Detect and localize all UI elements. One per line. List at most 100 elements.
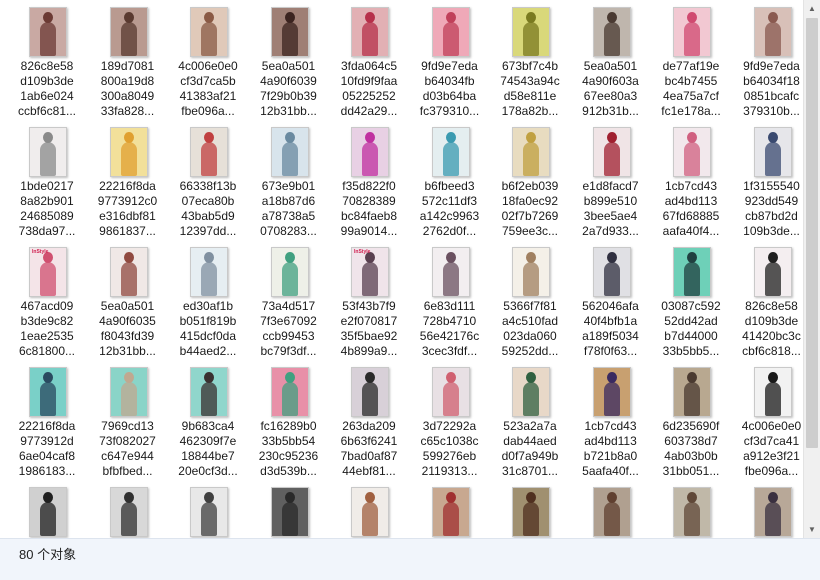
- vertical-scrollbar[interactable]: ▲ ▼: [803, 0, 820, 538]
- thumbnail-figure-body: [40, 502, 56, 536]
- image-thumbnail-icon: [29, 7, 67, 57]
- scroll-down-arrow-icon[interactable]: ▼: [804, 521, 820, 538]
- thumbnail-figure-body: [120, 382, 137, 416]
- file-item[interactable]: 263da209 6b63f6241 7bad0af87 44ebf81...: [329, 363, 409, 481]
- file-item[interactable]: [651, 483, 731, 538]
- image-thumbnail-icon: [270, 367, 309, 417]
- image-thumbnail-icon: [351, 367, 389, 417]
- file-item[interactable]: InStyle 467acd09 b3de9c82 1eae2535 6c8180…: [7, 243, 87, 361]
- file-item[interactable]: 673e9b01 a18b87d6 a78738a5 0708283...: [249, 123, 329, 241]
- file-item[interactable]: 1f3155540 923dd549 cb87bd2d 109b3de...: [732, 123, 804, 241]
- file-item[interactable]: 189d7081 800a19d8 300a8049 33fa828...: [88, 3, 168, 121]
- file-item[interactable]: InStyle 53f43b7f9 e2f070817 35f5bae92 4b8…: [329, 243, 409, 361]
- thumbnail-figure-body: [281, 262, 298, 296]
- file-item[interactable]: 9b683ca4 462309f7e 18844be7 20e0cf3d...: [168, 363, 248, 481]
- file-item[interactable]: 3d72292a c65c1038c 599276eb 2119313...: [410, 363, 490, 481]
- file-item[interactable]: 66338f13b 07eca80b 43bab5d9 12397dd...: [168, 123, 248, 241]
- file-item[interactable]: 826c8e58 d109b3de 1ab6e024 ccbf6c81...: [7, 3, 87, 121]
- thumbnail-figure-body: [442, 502, 459, 536]
- scroll-up-arrow-icon[interactable]: ▲: [804, 0, 820, 17]
- thumbnail-figure-body: [201, 382, 217, 416]
- file-item[interactable]: 6d235690f 603738d7 4ab03b0b 31bb051...: [651, 363, 731, 481]
- image-thumbnail-icon: [190, 247, 228, 297]
- file-item[interactable]: 562046afa 40f4bfb1a a189f5034 f78f0f63..…: [571, 243, 651, 361]
- thumbnail-figure-body: [764, 262, 781, 296]
- file-item[interactable]: 1bde0217 8a82b901 24685089 738da97...: [7, 123, 87, 241]
- file-item[interactable]: 5ea0a501 4a90f603a 67ee80a3 912b31b...: [571, 3, 651, 121]
- file-item[interactable]: [329, 483, 409, 538]
- file-item[interactable]: e1d8facd7 b899e510 3bee5ae4 2a7d933...: [571, 123, 651, 241]
- file-name-label: 826c8e58 d109b3de 41420bc3c cbf6c818...: [742, 299, 801, 358]
- file-item[interactable]: 22216f8da 9773912c0 e316dbf81 9861837...: [88, 123, 168, 241]
- file-item[interactable]: 5366f7f81 a4c510fad 023da060 59252dd...: [490, 243, 570, 361]
- file-item[interactable]: 7969cd13 73f082027 c647e944 bfbfbed...: [88, 363, 168, 481]
- file-item[interactable]: 523a2a7a dab44aed d0f7a949b 31c8701...: [490, 363, 570, 481]
- file-name-label: fc16289b0 33b5bb54 230c95236 d3d539b...: [258, 419, 319, 478]
- image-thumbnail-icon: [673, 487, 711, 537]
- image-thumbnail-icon: [512, 247, 550, 297]
- file-name-label: 6d235690f 603738d7 4ab03b0b 31bb051...: [662, 419, 720, 478]
- image-thumbnail-icon: [270, 7, 309, 57]
- file-item[interactable]: b6f2eb039 18fa0ec92 02f7b7269 759ee3c...: [490, 123, 570, 241]
- file-item[interactable]: [168, 483, 248, 538]
- file-item[interactable]: 9fd9e7eda b64034fb d03b64ba fc379310...: [410, 3, 490, 121]
- image-thumbnail-icon: [29, 127, 67, 177]
- file-item[interactable]: 73a4d517 7f3e67092 ccb99453 bc79f3df...: [249, 243, 329, 361]
- file-item[interactable]: 1cb7cd43 ad4bd113 b721b8a0 5aafa40f...: [571, 363, 651, 481]
- file-item[interactable]: [249, 483, 329, 538]
- file-item[interactable]: f35d822f0 70828389 bc84faeb8 99a9014...: [329, 123, 409, 241]
- file-name-label: ed30af1b b051f819b 415dcf0da b44aed2...: [179, 299, 237, 358]
- thumbnail-figure-body: [523, 502, 539, 536]
- file-name-label: 673bf7c4b 74543a94c d58e811e 178a82b...: [500, 59, 560, 118]
- image-thumbnail-icon: [190, 367, 228, 417]
- file-name-label: 826c8e58 d109b3de 1ab6e024 ccbf6c81...: [17, 59, 77, 118]
- file-item[interactable]: 673bf7c4b 74543a94c d58e811e 178a82b...: [490, 3, 570, 121]
- file-item[interactable]: fc16289b0 33b5bb54 230c95236 d3d539b...: [249, 363, 329, 481]
- file-item[interactable]: ed30af1b b051f819b 415dcf0da b44aed2...: [168, 243, 248, 361]
- file-name-label: 03087c592 52dd42ad b7d44000 33b5bb5...: [661, 299, 721, 358]
- file-name-label: 4c006e0e0 cf3d7ca5b 41383af21 fbe096a...: [178, 59, 238, 118]
- file-item[interactable]: [88, 483, 168, 538]
- thumbnail-figure-body: [603, 502, 620, 536]
- file-list-pane[interactable]: 826c8e58 d109b3de 1ab6e024 ccbf6c81... 18…: [0, 0, 803, 538]
- file-item[interactable]: b6fbeed3 572c11df3 a142c9963 2762d0f...: [410, 123, 490, 241]
- file-item[interactable]: 6e83d111 728b4710 56e42176c 3cec3fdf...: [410, 243, 490, 361]
- thumbnail-figure-body: [442, 382, 459, 416]
- file-item[interactable]: [732, 483, 804, 538]
- file-item[interactable]: 22216f8da 9773912d 6ae04caf8 1986183...: [7, 363, 87, 481]
- file-item[interactable]: [571, 483, 651, 538]
- file-name-label: 189d7081 800a19d8 300a8049 33fa828...: [100, 59, 155, 118]
- file-name-label: 1cb7cd43 ad4bd113 b721b8a0 5aafa40f...: [582, 419, 639, 478]
- file-name-label: 22216f8da 9773912d 6ae04caf8 1986183...: [18, 419, 76, 478]
- image-thumbnail-icon: [673, 247, 711, 297]
- file-name-label: 673e9b01 a18b87d6 a78738a5 0708283...: [260, 179, 317, 238]
- thumbnail-figure-body: [523, 142, 539, 176]
- file-item[interactable]: [410, 483, 490, 538]
- file-item[interactable]: de77af19e bc4b7455 4ea75a7cf fc1e178a...: [651, 3, 731, 121]
- file-name-label: e1d8facd7 b899e510 3bee5ae4 2a7d933...: [582, 179, 639, 238]
- image-thumbnail-icon: [431, 487, 470, 537]
- thumbnail-figure-body: [201, 142, 217, 176]
- thumbnail-figure-body: [764, 142, 781, 176]
- file-item[interactable]: 826c8e58 d109b3de 41420bc3c cbf6c818...: [732, 243, 804, 361]
- file-item[interactable]: 4c006e0e0 cf3d7ca5b 41383af21 fbe096a...: [168, 3, 248, 121]
- image-thumbnail-icon: [512, 127, 550, 177]
- image-thumbnail-icon: [753, 127, 792, 177]
- file-name-label: 5ea0a501 4a90f6035 f8043fd39 12b31bb...: [99, 299, 156, 358]
- file-item[interactable]: 3fda064c5 10fd9f9faa 05225252 dd42a29...: [329, 3, 409, 121]
- file-item[interactable]: 4c006e0e0 cf3d7ca41 a912e3f21 fbe096a...: [732, 363, 804, 481]
- file-item[interactable]: [490, 483, 570, 538]
- file-item[interactable]: 03087c592 52dd42ad b7d44000 33b5bb5...: [651, 243, 731, 361]
- thumbnail-figure-body: [40, 22, 56, 56]
- file-name-label: 1f3155540 923dd549 cb87bd2d 109b3de...: [743, 179, 800, 238]
- file-item[interactable]: 5ea0a501 4a90f6035 f8043fd39 12b31bb...: [88, 243, 168, 361]
- file-item[interactable]: 9fd9e7eda b64034f18 0851bcafc 379310b...: [732, 3, 804, 121]
- file-item[interactable]: 5ea0a501 4a90f6039 7f29b0b39 12b31bb...: [249, 3, 329, 121]
- image-thumbnail-icon: [109, 247, 148, 297]
- thumbnail-figure-body: [201, 22, 217, 56]
- file-item[interactable]: [7, 483, 87, 538]
- file-item[interactable]: 1cb7cd43 ad4bd113 67fd68885 aafa40f4...: [651, 123, 731, 241]
- image-thumbnail-icon: [512, 367, 550, 417]
- scrollbar-thumb[interactable]: [806, 18, 818, 448]
- thumbnail-figure-body: [362, 382, 378, 416]
